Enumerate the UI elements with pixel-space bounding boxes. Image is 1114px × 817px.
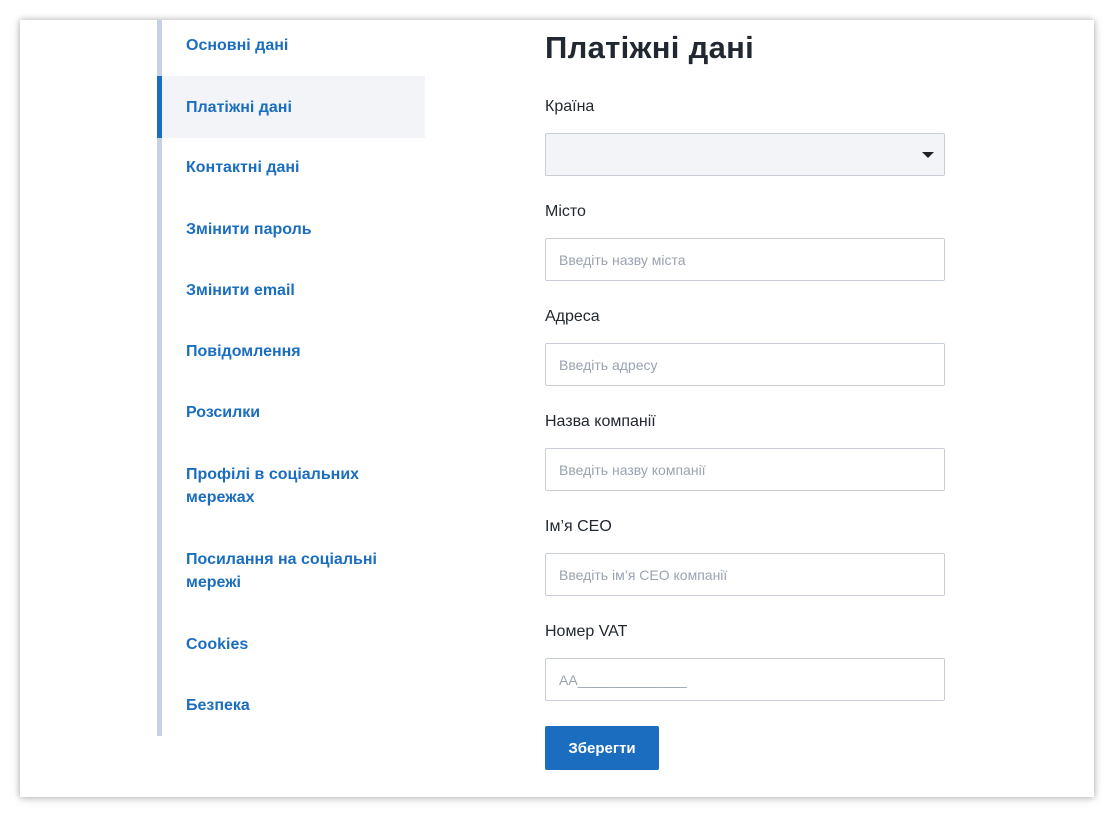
vat-number-label: Номер VAT <box>545 623 628 640</box>
sidebar-item-label: Розсилки <box>186 404 261 421</box>
sidebar-item-label: Основні дані <box>186 37 289 54</box>
sidebar-item-label: Платіжні дані <box>186 98 292 116</box>
sidebar-item-label: Контактні дані <box>186 159 300 176</box>
city-input[interactable] <box>545 238 945 281</box>
sidebar-item-payment-data[interactable]: Платіжні дані <box>157 76 425 138</box>
ceo-name-label: Ім’я CEO <box>545 518 612 535</box>
sidebar-item-label: Cookies <box>186 636 249 653</box>
address-label: Адреса <box>545 308 600 325</box>
sidebar-item-contact-data[interactable]: Контактні дані <box>157 156 425 179</box>
country-select[interactable] <box>545 133 945 176</box>
page-title: Платіжні дані <box>545 30 755 65</box>
sidebar-item-basic-data[interactable]: Основні дані <box>157 34 425 57</box>
country-label: Країна <box>545 98 595 115</box>
sidebar-item-social-links[interactable]: Посилання на соціальні мережі <box>157 548 425 594</box>
save-button[interactable]: Зберегти <box>545 726 659 770</box>
sidebar-item-security[interactable]: Безпека <box>157 694 425 717</box>
settings-sidebar: Основні дані Платіжні дані Контактні дан… <box>157 20 425 736</box>
address-input[interactable] <box>545 343 945 386</box>
sidebar-item-cookies[interactable]: Cookies <box>157 633 425 656</box>
sidebar-item-label: Повідомлення <box>186 343 301 360</box>
vat-number-input[interactable] <box>545 658 945 701</box>
sidebar-item-label: Посилання на соціальні мережі <box>186 551 377 591</box>
sidebar-item-label: Змінити email <box>186 282 295 299</box>
sidebar-item-notifications[interactable]: Повідомлення <box>157 340 425 363</box>
ceo-name-input[interactable] <box>545 553 945 596</box>
company-name-input[interactable] <box>545 448 945 491</box>
sidebar-item-label: Безпека <box>186 697 250 714</box>
chevron-down-icon <box>922 152 934 158</box>
sidebar-item-newsletters[interactable]: Розсилки <box>157 401 425 424</box>
sidebar-item-label: Змінити пароль <box>186 221 312 238</box>
company-name-label: Назва компанії <box>545 413 656 430</box>
sidebar-item-label: Профілі в соціальних мережах <box>186 466 360 506</box>
sidebar-item-change-password[interactable]: Змінити пароль <box>157 218 425 241</box>
sidebar-item-change-email[interactable]: Змінити email <box>157 279 425 302</box>
sidebar-item-social-profiles[interactable]: Профілі в соціальних мережах <box>157 463 425 509</box>
city-label: Місто <box>545 203 586 220</box>
